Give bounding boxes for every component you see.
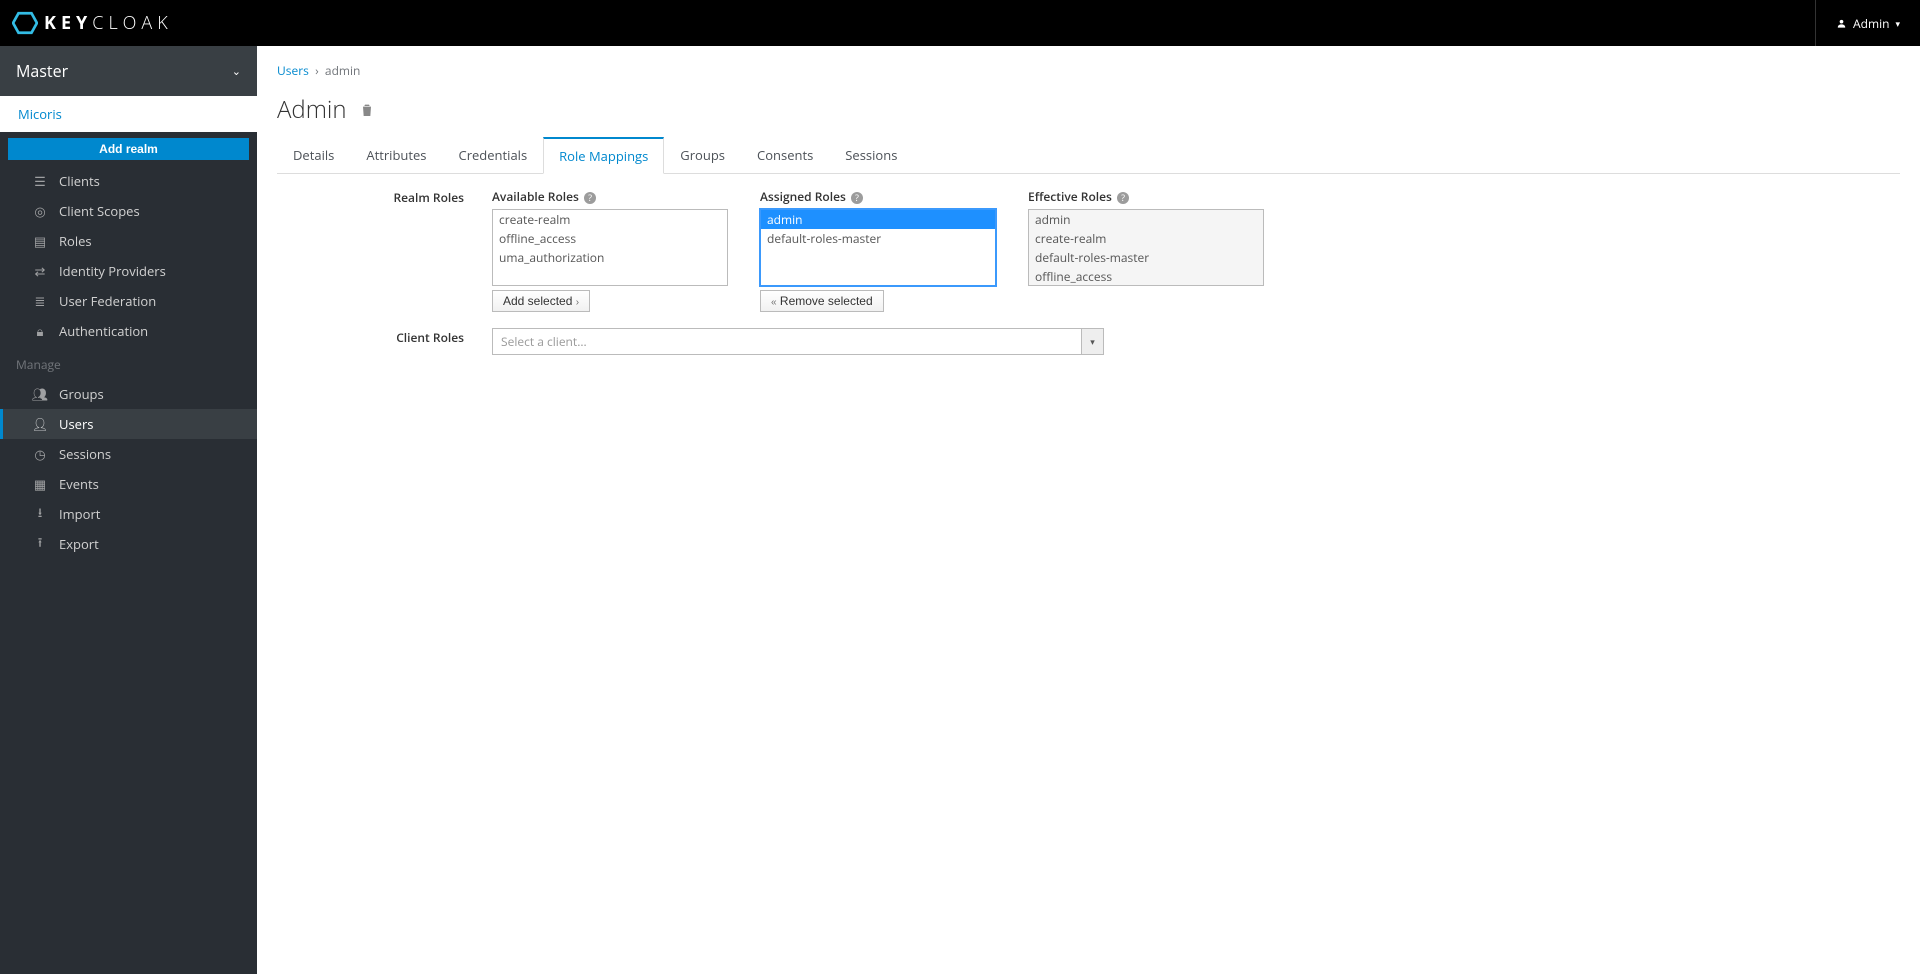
- sidebar-item-label: Roles: [59, 232, 92, 250]
- role-option[interactable]: create-realm: [493, 210, 727, 229]
- client-roles-select-placeholder[interactable]: Select a client...: [492, 328, 1082, 355]
- sidebar-item-sessions[interactable]: ◷ Sessions: [0, 439, 257, 469]
- list-icon: ☰: [33, 174, 47, 188]
- assigned-roles-listbox[interactable]: admindefault-roles-master: [760, 209, 996, 286]
- add-selected-button[interactable]: Add selected ›: [492, 290, 590, 312]
- sidebar-item-label: User Federation: [59, 292, 156, 310]
- realm-selector[interactable]: Master ⌄: [0, 46, 257, 96]
- remove-selected-button[interactable]: « Remove selected: [760, 290, 884, 312]
- role-option: default-roles-master: [1029, 248, 1263, 267]
- user-icon: [1836, 18, 1847, 29]
- sidebar-item-label: Export: [59, 535, 99, 553]
- brand-text: KEYCLOAK: [44, 11, 173, 35]
- user-menu[interactable]: Admin ▾: [1815, 0, 1900, 46]
- role-option[interactable]: default-roles-master: [761, 229, 995, 248]
- available-roles-header: Available Roles ?: [492, 188, 728, 205]
- tab-sessions[interactable]: Sessions: [829, 137, 913, 174]
- keycloak-logo-icon: [12, 10, 38, 36]
- help-icon[interactable]: ?: [1117, 192, 1129, 204]
- breadcrumb-current: admin: [325, 62, 361, 79]
- main-content: Users › admin Admin DetailsAttributesCre…: [257, 46, 1920, 974]
- sub-realm-link[interactable]: Micoris: [0, 96, 257, 132]
- sidebar-item-export[interactable]: ⭱ Export: [0, 529, 257, 559]
- tabs: DetailsAttributesCredentialsRole Mapping…: [277, 136, 1900, 174]
- trash-icon[interactable]: [359, 102, 375, 118]
- breadcrumb-separator: ›: [315, 62, 319, 79]
- chevron-down-icon: ▾: [1895, 17, 1900, 30]
- client-roles-label: Client Roles: [277, 328, 492, 355]
- role-option: offline_access: [1029, 267, 1263, 286]
- tab-role-mappings[interactable]: Role Mappings: [543, 137, 664, 174]
- chevron-down-icon: ⌄: [232, 64, 241, 79]
- swap-icon: ⇄: [33, 264, 47, 278]
- sidebar-item-authentication[interactable]: 🔒︎ Authentication: [0, 316, 257, 346]
- sidebar-item-label: Clients: [59, 172, 100, 190]
- tab-details[interactable]: Details: [277, 137, 350, 174]
- role-option: create-realm: [1029, 229, 1263, 248]
- effective-roles-header: Effective Roles ?: [1028, 188, 1264, 205]
- scope-icon: ◎: [33, 204, 47, 218]
- tab-attributes[interactable]: Attributes: [350, 137, 442, 174]
- sidebar-item-label: Authentication: [59, 322, 148, 340]
- breadcrumb-parent[interactable]: Users: [277, 62, 309, 79]
- realm-selector-label: Master: [16, 60, 68, 82]
- sidebar-item-import[interactable]: ⭳ Import: [0, 499, 257, 529]
- breadcrumb: Users › admin: [277, 56, 1900, 93]
- groups-icon: 👥︎: [33, 387, 47, 401]
- export-icon: ⭱: [33, 537, 47, 551]
- tab-consents[interactable]: Consents: [741, 137, 829, 174]
- sidebar-item-label: Sessions: [59, 445, 111, 463]
- sidebar-item-identity-providers[interactable]: ⇄ Identity Providers: [0, 256, 257, 286]
- realm-roles-label: Realm Roles: [277, 188, 492, 312]
- add-realm-button[interactable]: Add realm: [8, 138, 249, 160]
- tab-credentials[interactable]: Credentials: [443, 137, 544, 174]
- page-title-text: Admin: [277, 93, 347, 126]
- roles-icon: ▤: [33, 234, 47, 248]
- caret-down-icon: ▾: [1090, 335, 1095, 348]
- sidebar-item-users[interactable]: 👤︎ Users: [0, 409, 257, 439]
- sidebar-item-user-federation[interactable]: ≣ User Federation: [0, 286, 257, 316]
- help-icon[interactable]: ?: [584, 192, 596, 204]
- help-icon[interactable]: ?: [851, 192, 863, 204]
- client-roles-select[interactable]: Select a client... ▾: [492, 328, 1104, 355]
- chevron-right-icon: ›: [576, 297, 579, 308]
- user-menu-label: Admin: [1853, 15, 1889, 32]
- import-icon: ⭳: [33, 507, 47, 521]
- available-roles-listbox[interactable]: create-realmoffline_accessuma_authorizat…: [492, 209, 728, 286]
- brand-logo[interactable]: KEYCLOAK: [12, 10, 173, 36]
- role-option[interactable]: admin: [761, 210, 995, 229]
- sidebar-item-clients[interactable]: ☰ Clients: [0, 166, 257, 196]
- lock-icon: 🔒︎: [33, 324, 47, 338]
- sidebar-item-groups[interactable]: 👥︎ Groups: [0, 379, 257, 409]
- role-option[interactable]: uma_authorization: [493, 248, 727, 267]
- database-icon: ≣: [33, 294, 47, 308]
- sidebar-section-manage: Manage: [0, 346, 257, 379]
- role-option[interactable]: offline_access: [493, 229, 727, 248]
- page-title: Admin: [277, 93, 1900, 126]
- assigned-roles-header: Assigned Roles ?: [760, 188, 996, 205]
- calendar-icon: ▦: [33, 477, 47, 491]
- sidebar-item-label: Events: [59, 475, 99, 493]
- chevron-left-icon: «: [771, 297, 777, 308]
- clock-icon: ◷: [33, 447, 47, 461]
- sidebar-item-label: Groups: [59, 385, 104, 403]
- sidebar-item-client-scopes[interactable]: ◎ Client Scopes: [0, 196, 257, 226]
- sidebar-item-label: Client Scopes: [59, 202, 140, 220]
- effective-roles-listbox: admincreate-realmdefault-roles-masteroff…: [1028, 209, 1264, 286]
- tab-groups[interactable]: Groups: [664, 137, 741, 174]
- dropdown-toggle-button[interactable]: ▾: [1082, 328, 1104, 355]
- sidebar-item-label: Identity Providers: [59, 262, 166, 280]
- sidebar-item-events[interactable]: ▦ Events: [0, 469, 257, 499]
- user-icon: 👤︎: [33, 417, 47, 431]
- topbar: KEYCLOAK Admin ▾: [0, 0, 1920, 46]
- sidebar-item-roles[interactable]: ▤ Roles: [0, 226, 257, 256]
- role-option: admin: [1029, 210, 1263, 229]
- sidebar: Master ⌄ Micoris Add realm ☰ Clients ◎ C…: [0, 46, 257, 974]
- sidebar-item-label: Users: [59, 415, 93, 433]
- sidebar-item-label: Import: [59, 505, 100, 523]
